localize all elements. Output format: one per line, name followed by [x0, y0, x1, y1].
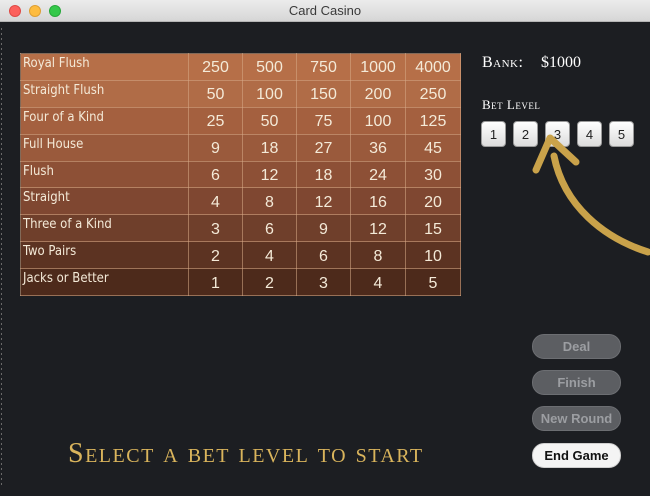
payout-cell: 8 — [350, 241, 406, 269]
payout-cell: 4000 — [405, 53, 461, 81]
payout-cell: 50 — [242, 106, 297, 135]
payout-cell: 100 — [350, 106, 406, 135]
payout-cell: 50 — [188, 79, 243, 108]
title-bar: Card Casino — [0, 0, 650, 22]
paytable: Royal Flush 250 500 750 1000 4000 Straight Flu… — [20, 53, 461, 296]
payout-cell: 2 — [188, 241, 243, 269]
payout-cell: 75 — [296, 106, 351, 135]
end-game-button[interactable]: End Game — [532, 443, 621, 468]
payout-cell: 5 — [405, 268, 461, 296]
app-window: Card Casino Royal Flush 250 500 750 1000 4000… — [0, 0, 650, 496]
bet-level-button-1[interactable]: 1 — [481, 121, 506, 147]
hand-name: Royal Flush — [20, 53, 189, 81]
payout-cell: 6 — [242, 214, 297, 243]
payout-cell: 18 — [242, 133, 297, 162]
payout-cell: 750 — [296, 53, 351, 81]
payout-cell: 1000 — [350, 53, 406, 81]
paytable-row: Straight 4 8 12 16 20 — [20, 187, 461, 216]
payout-cell: 12 — [242, 160, 297, 189]
payout-cell: 6 — [188, 160, 243, 189]
payout-cell: 12 — [350, 214, 406, 243]
payout-cell: 15 — [405, 214, 461, 243]
payout-cell: 25 — [188, 106, 243, 135]
payout-cell: 150 — [296, 79, 351, 108]
payout-cell: 125 — [405, 106, 461, 135]
payout-cell: 6 — [296, 241, 351, 269]
paytable-row: Royal Flush 250 500 750 1000 4000 — [20, 53, 461, 81]
payout-cell: 16 — [350, 187, 406, 216]
payout-cell: 24 — [350, 160, 406, 189]
payout-cell: 3 — [296, 268, 351, 296]
hand-name: Two Pairs — [20, 241, 189, 269]
hand-name: Straight Flush — [20, 79, 189, 108]
curved-arrow-icon — [532, 134, 650, 256]
paytable-row: Jacks or Better 1 2 3 4 5 — [20, 268, 461, 296]
paytable-row: Two Pairs 2 4 6 8 10 — [20, 241, 461, 269]
paytable-row: Four of a Kind 25 50 75 100 125 — [20, 106, 461, 135]
paytable-row: Full House 9 18 27 36 45 — [20, 133, 461, 162]
payout-cell: 3 — [188, 214, 243, 243]
bet-level-label: Bet Level — [482, 97, 541, 112]
new-round-button[interactable]: New Round — [532, 406, 621, 431]
payout-cell: 12 — [296, 187, 351, 216]
paytable-row: Flush 6 12 18 24 30 — [20, 160, 461, 189]
payout-cell: 9 — [188, 133, 243, 162]
hand-name: Four of a Kind — [20, 106, 189, 135]
payout-cell: 2 — [242, 268, 297, 296]
hand-name: Jacks or Better — [20, 268, 189, 296]
window-title: Card Casino — [288, 3, 362, 18]
payout-cell: 250 — [405, 79, 461, 108]
payout-cell: 18 — [296, 160, 351, 189]
payout-cell: 10 — [405, 241, 461, 269]
bank-label: Bank: — [482, 54, 524, 71]
payout-cell: 500 — [242, 53, 297, 81]
hand-name: Straight — [20, 187, 189, 216]
deal-button[interactable]: Deal — [532, 334, 621, 359]
finish-button[interactable]: Finish — [532, 370, 621, 395]
hand-name: Full House — [20, 133, 189, 162]
payout-cell: 27 — [296, 133, 351, 162]
paytable-row: Straight Flush 50 100 150 200 250 — [20, 79, 461, 108]
payout-cell: 8 — [242, 187, 297, 216]
payout-cell: 4 — [188, 187, 243, 216]
payout-cell: 9 — [296, 214, 351, 243]
payout-cell: 250 — [188, 53, 243, 81]
payout-cell: 30 — [405, 160, 461, 189]
payout-cell: 4 — [350, 268, 406, 296]
payout-cell: 100 — [242, 79, 297, 108]
hand-name: Flush — [20, 160, 189, 189]
hand-name: Three of a Kind — [20, 214, 189, 243]
payout-cell: 200 — [350, 79, 406, 108]
bank-value: $1000 — [541, 54, 581, 71]
payout-cell: 20 — [405, 187, 461, 216]
payout-cell: 4 — [242, 241, 297, 269]
window-edge-divider — [1, 28, 2, 488]
payout-cell: 36 — [350, 133, 406, 162]
paytable-row: Three of a Kind 3 6 9 12 15 — [20, 214, 461, 243]
payout-cell: 45 — [405, 133, 461, 162]
payout-cell: 1 — [188, 268, 243, 296]
status-message: Select a bet level to start — [68, 438, 424, 469]
